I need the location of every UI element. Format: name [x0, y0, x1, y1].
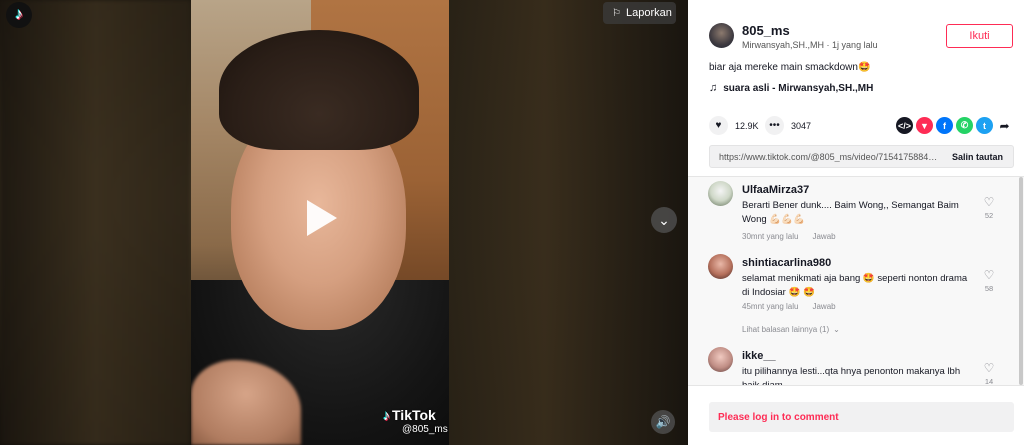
send-icon[interactable]: ▼	[916, 117, 933, 134]
comment-like[interactable]: ♡ 14	[979, 361, 999, 385]
comment-text: Berarti Bener dunk.... Baim Wong,, Seman…	[742, 200, 959, 225]
watermark-user: @805_ms	[402, 424, 448, 435]
video-player[interactable]: ♪ ⚐ Laporkan ⌄ 🔊 ♪ TikTok @805_ms	[0, 0, 688, 445]
heart-outline-icon[interactable]: ♡	[979, 268, 999, 282]
author-display-name[interactable]: Mirwansyah,SH.,MH	[742, 40, 824, 50]
report-label: Laporkan	[625, 7, 672, 19]
heart-outline-icon[interactable]: ♡	[979, 195, 999, 209]
link-copy-row: https://www.tiktok.com/@805_ms/video/715…	[709, 145, 1014, 168]
comment-like[interactable]: ♡ 58	[979, 268, 999, 293]
chevron-down-small-icon: ⌄	[833, 325, 840, 334]
share-icons: </> ▼ f ✆ t ➦	[896, 117, 1013, 134]
whatsapp-icon[interactable]: ✆	[956, 117, 973, 134]
video-background-blur-left	[0, 0, 191, 445]
comment-meta: 30mnt yang lalu Jawab	[742, 232, 836, 241]
copy-link-button[interactable]: Salin tautan	[940, 152, 1003, 162]
tiktok-note-icon: ♪	[383, 407, 390, 423]
login-to-comment-button[interactable]: Please log in to comment	[709, 402, 1014, 432]
post-caption: biar aja mereke main smackdown🤩	[709, 62, 871, 73]
comment-like-count: 58	[984, 284, 994, 293]
comment-like-count: 14	[984, 377, 994, 385]
post-time: 1j yang lalu	[832, 40, 878, 50]
commenter-avatar[interactable]	[708, 181, 733, 206]
comment-text: selamat menikmati aja bang 🤩 seperti non…	[742, 273, 968, 298]
comment-login-bar: Please log in to comment	[688, 385, 1024, 445]
comment-like[interactable]: ♡ 52	[979, 195, 999, 220]
sound-label: suara asli - Mirwansyah,SH.,MH	[723, 82, 874, 94]
flag-icon: ⚐	[612, 7, 621, 19]
heart-icon[interactable]: ♥	[709, 116, 728, 135]
sound-link[interactable]: ♫ suara asli - Mirwansyah,SH.,MH	[709, 82, 873, 94]
video-link[interactable]: https://www.tiktok.com/@805_ms/video/715…	[710, 152, 940, 162]
reply-button[interactable]: Jawab	[812, 232, 835, 241]
author-subline: Mirwansyah,SH.,MH · 1j yang lalu	[742, 40, 878, 50]
follow-button[interactable]: Ikuti	[946, 24, 1013, 48]
author-username[interactable]: 805_ms	[742, 23, 790, 38]
play-icon[interactable]	[303, 199, 341, 237]
tiktok-logo-icon[interactable]: ♪	[6, 2, 32, 28]
video-watermark: ♪ TikTok @805_ms	[383, 407, 448, 435]
twitter-icon[interactable]: t	[976, 117, 993, 134]
embed-icon[interactable]: </>	[896, 117, 913, 134]
commenter-name[interactable]: UlfaaMirza37	[742, 184, 809, 196]
details-panel: 805_ms Mirwansyah,SH.,MH · 1j yang lalu …	[688, 0, 1024, 445]
comment-count: 3047	[791, 120, 812, 131]
reply-button[interactable]: Jawab	[812, 302, 835, 311]
commenter-avatar[interactable]	[708, 254, 733, 279]
commenter-name[interactable]: ikke__	[742, 350, 776, 362]
like-count: 12.9K	[735, 120, 759, 131]
comment-like-count: 52	[984, 211, 994, 220]
separator-dot: ·	[826, 40, 830, 50]
music-note-icon: ♫	[709, 82, 718, 94]
report-button[interactable]: ⚐ Laporkan	[603, 2, 676, 24]
more-replies-label: Lihat balasan lainnya (1)	[742, 325, 830, 334]
facebook-icon[interactable]: f	[936, 117, 953, 134]
like-stat[interactable]: ♥ 12.9K	[709, 116, 759, 135]
comment-meta: 45mnt yang lalu Jawab	[742, 302, 836, 311]
comment-time: 45mnt yang lalu	[742, 302, 799, 311]
view-more-replies-button[interactable]: Lihat balasan lainnya (1) ⌄	[742, 325, 840, 334]
comment-icon[interactable]: •••	[765, 116, 784, 135]
comment-time: 30mnt yang lalu	[742, 232, 799, 241]
comment-text: itu pilihannya lesti...qta hnya penonton…	[742, 366, 961, 385]
commenter-name[interactable]: shintiacarlina980	[742, 257, 831, 269]
watermark-brand: TikTok	[392, 407, 436, 423]
chevron-down-icon[interactable]: ⌄	[651, 207, 677, 233]
commenter-avatar[interactable]	[708, 347, 733, 372]
volume-icon[interactable]: 🔊	[651, 410, 675, 434]
share-arrow-icon[interactable]: ➦	[996, 117, 1013, 134]
heart-outline-icon[interactable]: ♡	[979, 361, 999, 375]
comments-scrollbar[interactable]	[1019, 177, 1023, 385]
comment-stat[interactable]: ••• 3047	[765, 116, 811, 135]
author-avatar[interactable]	[709, 23, 734, 48]
comment-list[interactable]: UlfaaMirza37 Berarti Bener dunk.... Baim…	[688, 177, 1024, 385]
